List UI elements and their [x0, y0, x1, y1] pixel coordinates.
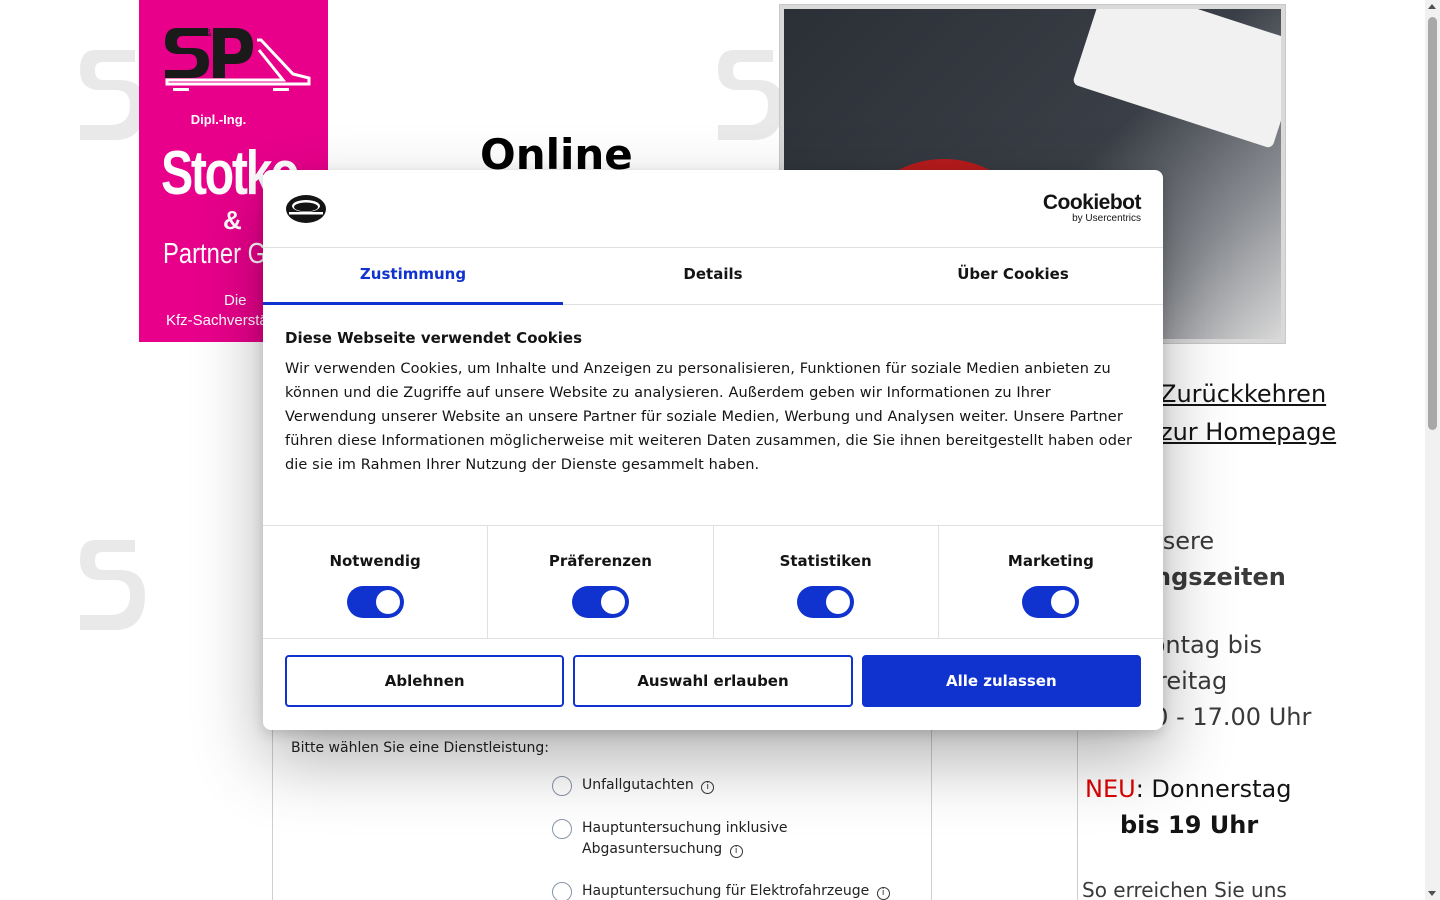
- neu-text: : Donnerstag: [1135, 775, 1292, 803]
- info-icon[interactable]: i: [701, 781, 715, 794]
- logo-ampersand: &: [223, 205, 242, 235]
- neu-notice: NEU: Donnerstag: [1085, 775, 1291, 803]
- decline-button[interactable]: Ablehnen: [285, 655, 565, 707]
- service-option[interactable]: Hauptuntersuchung inklusive Abgasuntersu…: [552, 819, 852, 860]
- dialog-description: Wir verwenden Cookies, um Inhalte und An…: [285, 361, 1133, 473]
- service-option-label: Unfallgutachten i: [582, 775, 715, 796]
- category-marketing: Marketing: [939, 526, 1163, 638]
- marketing-toggle[interactable]: [1022, 586, 1080, 618]
- brand-name: Cookiebot: [1042, 191, 1142, 214]
- service-label: Bitte wählen Sie eine Dienstleistung:: [291, 740, 550, 756]
- dialog-header: Cookiebot by Usercentrics: [263, 170, 1163, 248]
- category-label: Notwendig: [329, 552, 421, 570]
- cookiebot-icon: [286, 195, 326, 223]
- cookie-consent-dialog: Cookiebot by Usercentrics Zustimmung Det…: [263, 170, 1163, 730]
- service-radio[interactable]: [552, 776, 572, 796]
- category-statistics: Statistiken: [714, 526, 939, 638]
- logo-title-prefix: Dipl.-Ing.: [190, 112, 247, 127]
- booking-form: [272, 700, 932, 900]
- category-label: Marketing: [1007, 552, 1094, 570]
- brand-sub: by Usercentrics: [1072, 213, 1141, 224]
- service-radio[interactable]: [552, 882, 572, 900]
- category-label: Statistiken: [779, 552, 872, 570]
- service-option[interactable]: Unfallgutachten i: [552, 775, 715, 796]
- allow-selection-button[interactable]: Auswahl erlauben: [573, 655, 853, 707]
- category-preferences: Präferenzen: [488, 526, 714, 638]
- consent-categories: Notwendig Präferenzen Statistiken Market…: [263, 526, 1163, 639]
- tab-details[interactable]: Details: [563, 248, 863, 304]
- dialog-title: Diese Webseite verwendet Cookies: [285, 329, 583, 347]
- service-radio[interactable]: [552, 819, 572, 839]
- tab-consent[interactable]: Zustimmung: [263, 248, 563, 305]
- watermark-logo: [75, 40, 145, 150]
- category-necessary: Notwendig: [263, 526, 489, 638]
- watermark-logo: [713, 40, 783, 150]
- contact-heading: So erreichen Sie uns: [1082, 878, 1287, 900]
- logo-tagline-1: Die: [224, 292, 247, 309]
- scroll-down-icon[interactable]: [1428, 891, 1436, 896]
- cookiebot-brand[interactable]: Cookiebot by Usercentrics: [1042, 191, 1142, 224]
- scrollbar-thumb[interactable]: [1428, 17, 1437, 430]
- scroll-up-icon[interactable]: [1428, 4, 1436, 9]
- watermark-logo: [75, 530, 145, 640]
- page-scrollbar[interactable]: [1425, 0, 1440, 900]
- service-option-label: Hauptuntersuchung für Elektrofahrzeuge i: [582, 881, 890, 900]
- back-to-homepage-link-line2[interactable]: zur Homepage: [1160, 418, 1336, 446]
- dialog-tabs: Zustimmung Details Über Cookies: [263, 248, 1163, 305]
- info-icon[interactable]: i: [876, 887, 890, 900]
- tab-about-cookies[interactable]: Über Cookies: [863, 248, 1163, 304]
- statistics-toggle[interactable]: [797, 586, 855, 618]
- svg-text:&: &: [205, 28, 212, 39]
- sp-monogram-icon: &: [165, 28, 311, 91]
- back-to-homepage-link[interactable]: Zurückkehren: [1160, 380, 1326, 408]
- service-option-label: Hauptuntersuchung inklusive Abgasuntersu…: [582, 820, 788, 858]
- allow-all-button[interactable]: Alle zulassen: [861, 655, 1141, 707]
- neu-time: bis 19 Uhr: [1120, 811, 1259, 839]
- dialog-actions: Ablehnen Auswahl erlauben Alle zulassen: [263, 639, 1163, 723]
- info-icon[interactable]: i: [729, 845, 743, 858]
- neu-label: NEU: [1085, 775, 1136, 803]
- divider: [1077, 731, 1078, 900]
- service-option[interactable]: Hauptuntersuchung für Elektrofahrzeuge i: [552, 882, 890, 900]
- category-label: Präferenzen: [548, 552, 652, 570]
- necessary-toggle[interactable]: [346, 586, 404, 618]
- dialog-body: Diese Webseite verwendet Cookies Wir ver…: [263, 305, 1163, 526]
- preferences-toggle[interactable]: [571, 586, 629, 618]
